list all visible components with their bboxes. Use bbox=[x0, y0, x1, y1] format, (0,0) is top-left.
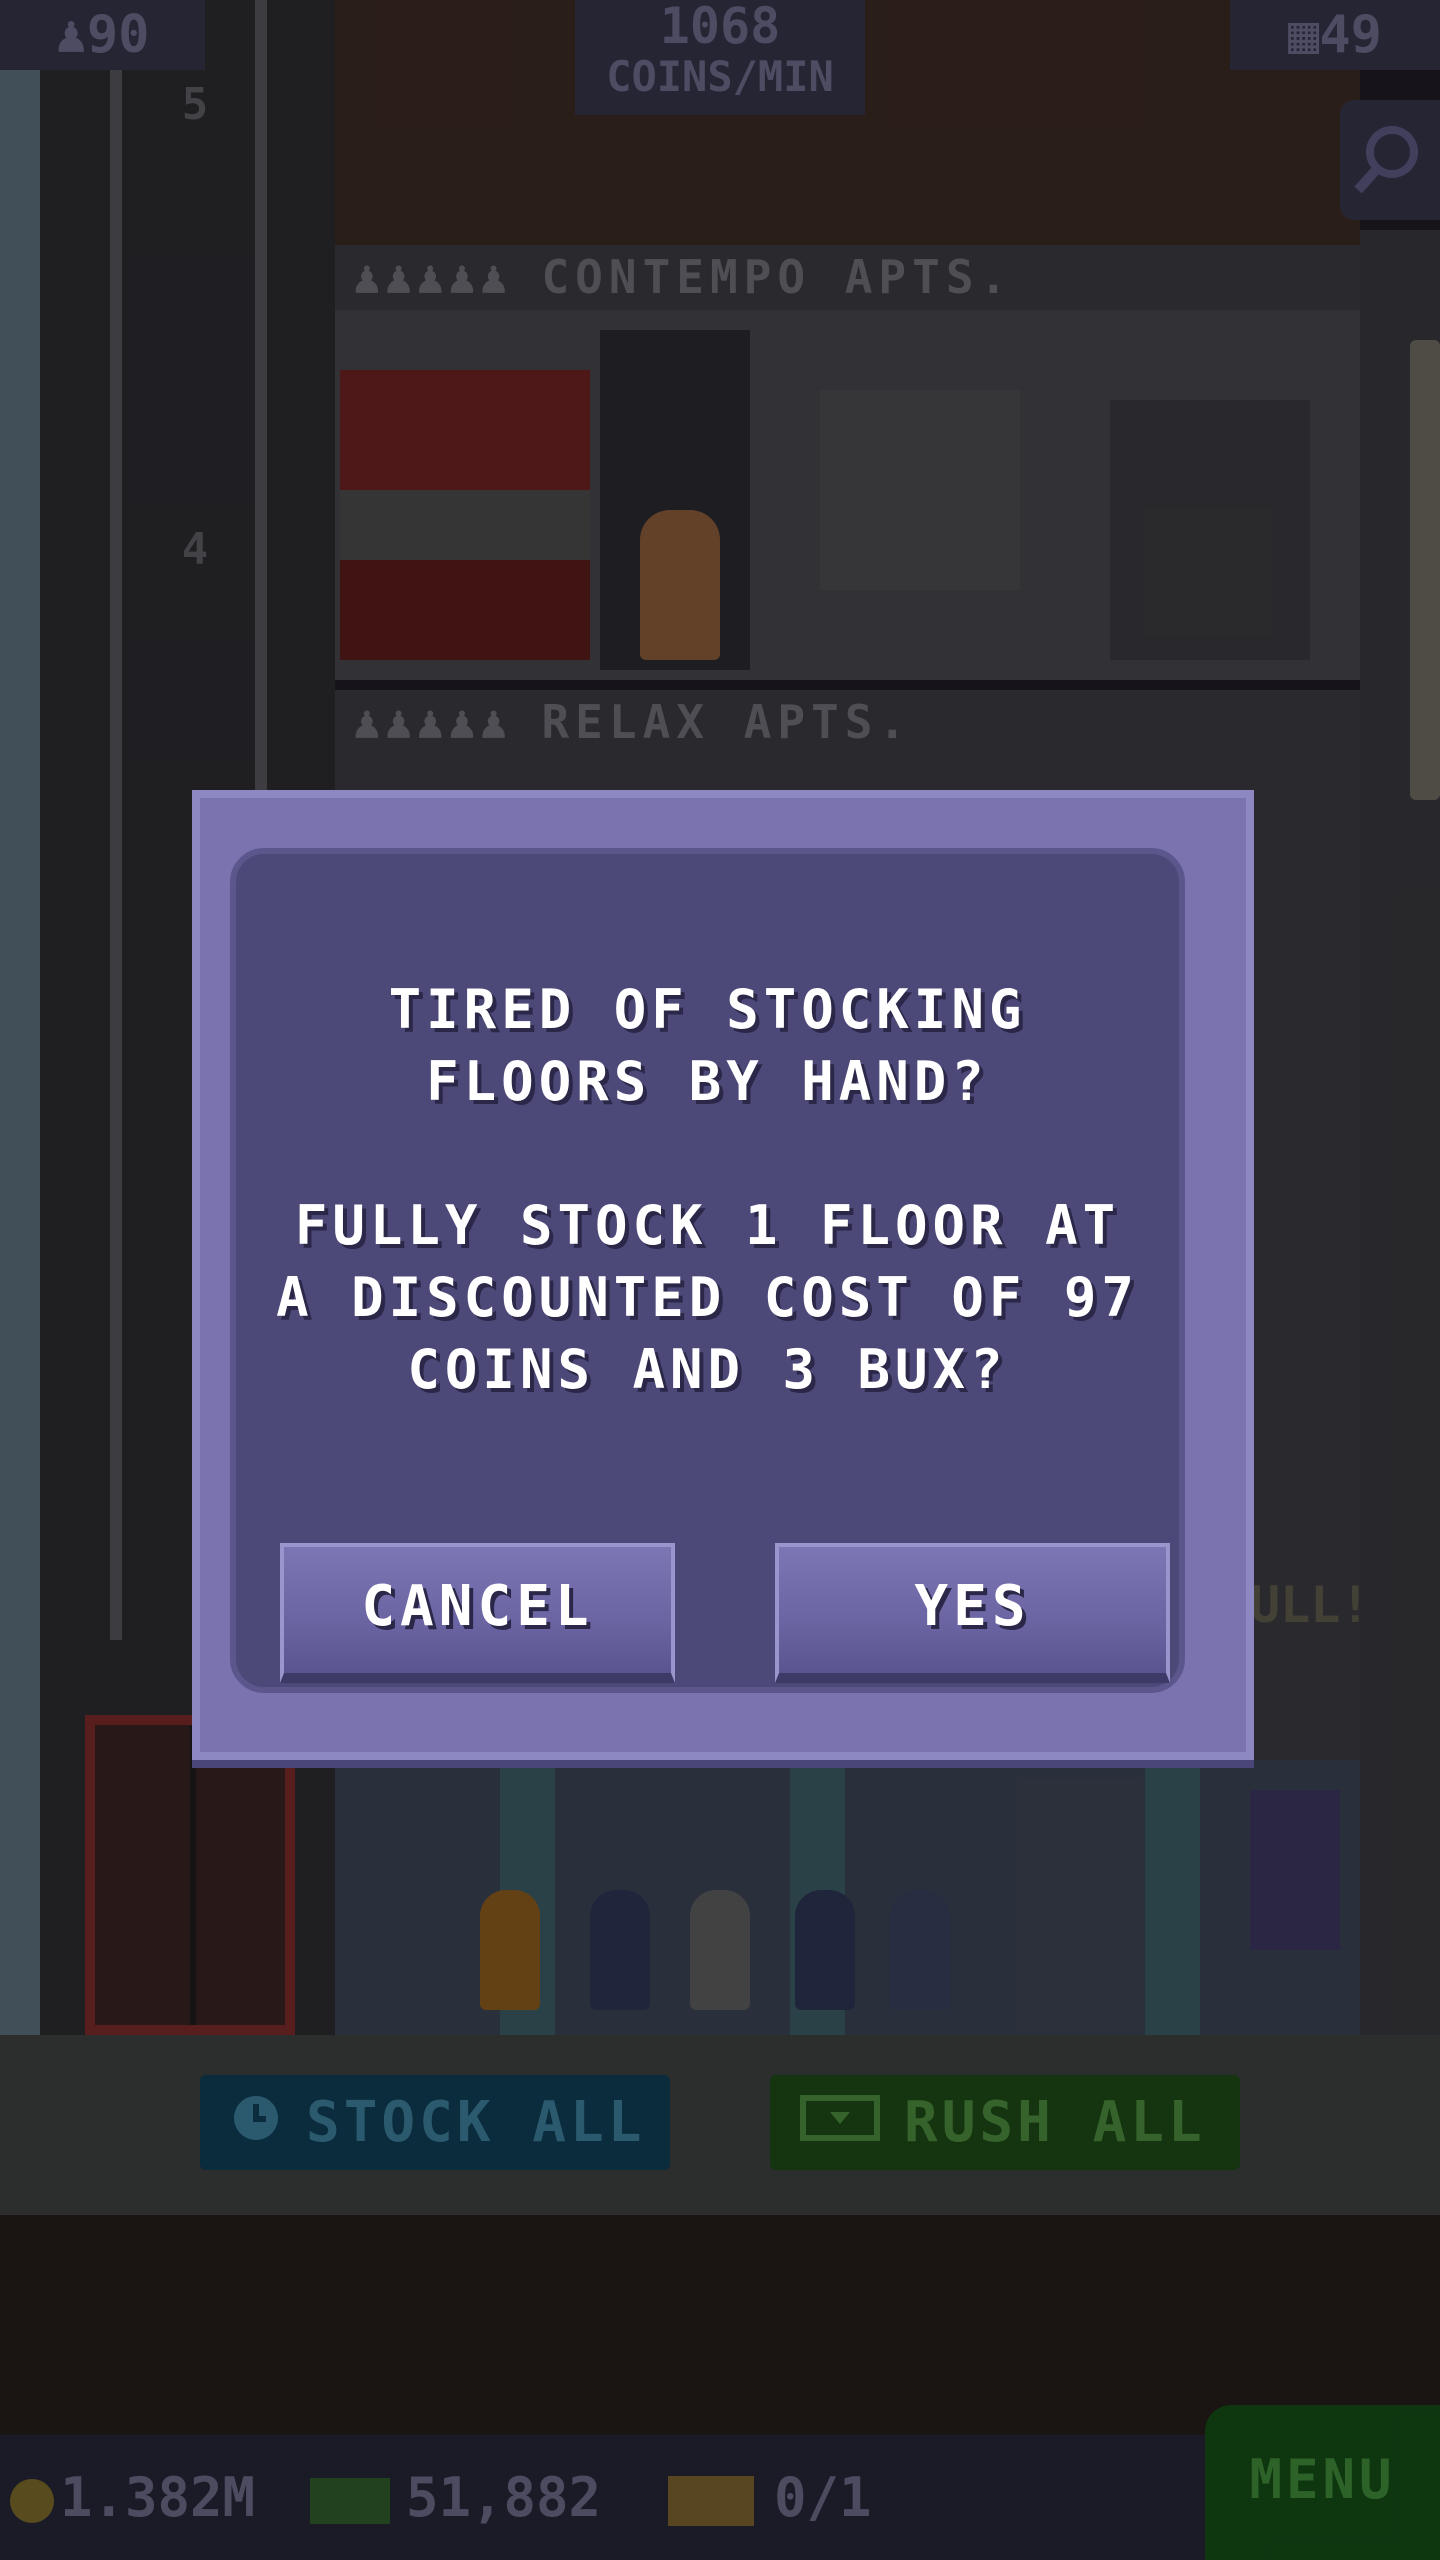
dialog-offer: FULLY STOCK 1 FLOOR AT A DISCOUNTED COST… bbox=[276, 1194, 1139, 1401]
stock-confirm-dialog: TIRED OF STOCKING FLOORS BY HAND? FULLY … bbox=[192, 790, 1254, 1760]
cancel-button[interactable]: CANCEL bbox=[280, 1543, 675, 1683]
dialog-question: TIRED OF STOCKING FLOORS BY HAND? bbox=[388, 978, 1027, 1113]
yes-button[interactable]: YES bbox=[775, 1543, 1170, 1683]
dialog-message: TIRED OF STOCKING FLOORS BY HAND? FULLY … bbox=[236, 974, 1179, 1478]
